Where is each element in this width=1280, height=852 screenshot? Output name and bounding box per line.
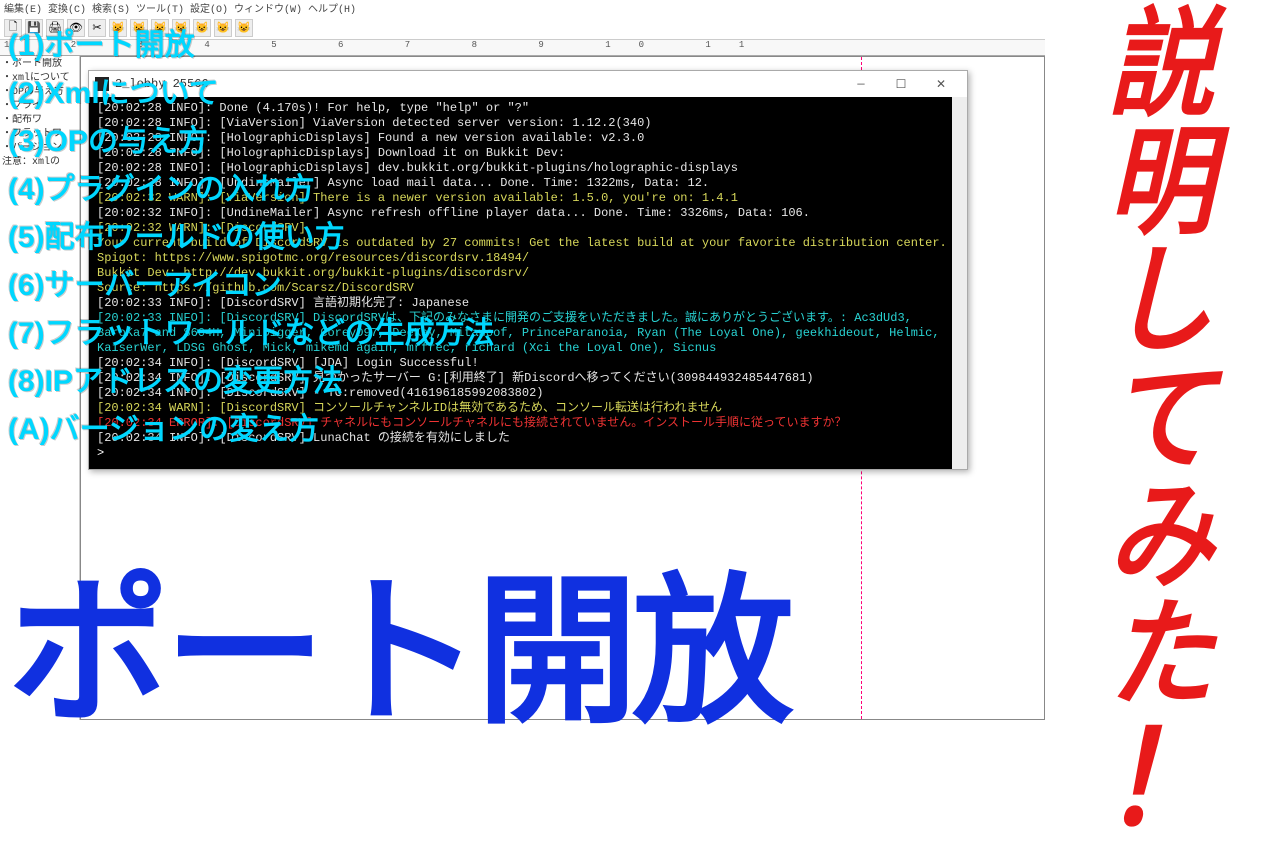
red-char: 説 bbox=[1108, 6, 1214, 124]
red-char: た bbox=[1108, 596, 1214, 714]
list-item: (8)IPアドレスの変更方法 bbox=[8, 358, 495, 406]
list-item: (1)ポート開放 bbox=[8, 22, 495, 70]
list-item: (A)バージョンの変え方 bbox=[8, 406, 495, 454]
close-button[interactable]: ✕ bbox=[921, 71, 961, 97]
red-vertical-text: 説 明 し て み た ！ bbox=[1049, 6, 1274, 714]
scrollbar[interactable] bbox=[952, 97, 967, 469]
red-char: 明 bbox=[1108, 124, 1214, 242]
minimize-button[interactable]: — bbox=[841, 71, 881, 97]
list-item: (6)サーバーアイコン bbox=[8, 262, 495, 310]
red-char: ！ bbox=[1103, 714, 1220, 844]
big-blue-title: ポート開放 bbox=[8, 572, 788, 734]
red-char: し bbox=[1108, 242, 1214, 360]
red-char: て bbox=[1108, 360, 1214, 478]
list-item: (2)Xmlについて bbox=[8, 70, 495, 118]
menubar[interactable]: 編集(E) 変換(C) 検索(S) ツール(T) 設定(O) ウィンドウ(W) … bbox=[0, 0, 1045, 16]
cyan-list: (1)ポート開放 (2)Xmlについて (3)OPの与え方 (4)プラグインの入… bbox=[8, 22, 495, 454]
red-char: み bbox=[1108, 478, 1214, 596]
list-item: (5)配布ワールドの使い方 bbox=[8, 214, 495, 262]
list-item: (4)プラグインの入れ方 bbox=[8, 166, 495, 214]
list-item: (3)OPの与え方 bbox=[8, 118, 495, 166]
maximize-button[interactable]: ☐ bbox=[881, 71, 921, 97]
list-item: (7)フラットワールドなどの生成方法 bbox=[8, 310, 495, 358]
